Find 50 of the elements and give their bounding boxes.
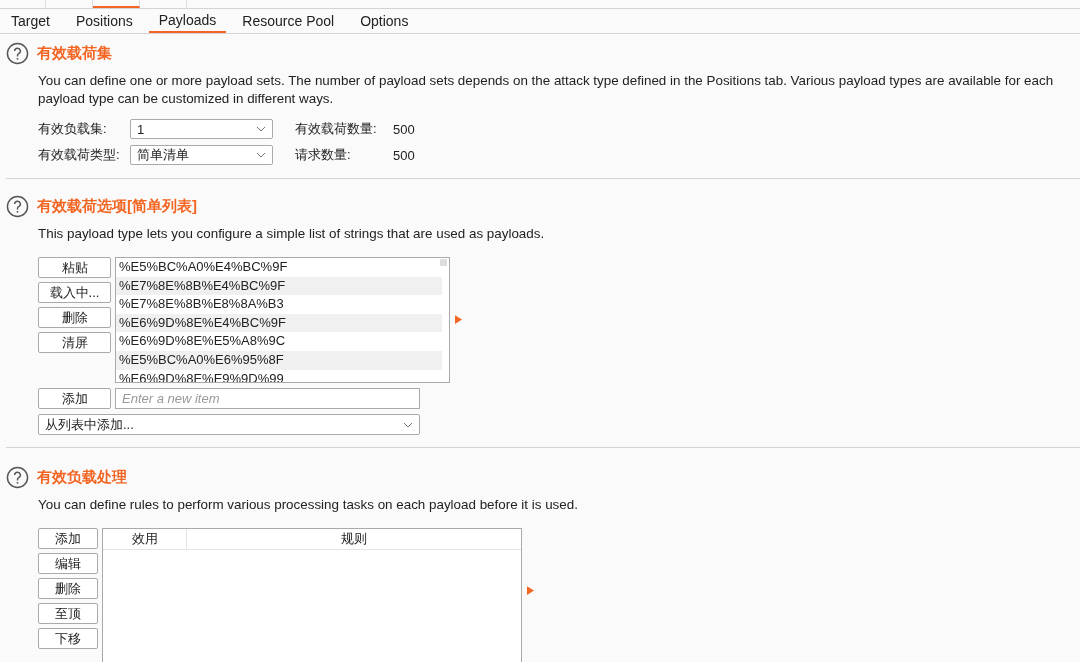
- list-item[interactable]: %E6%9D%8E%E9%9D%99: [116, 369, 442, 382]
- action-button[interactable]: 编辑: [38, 553, 98, 574]
- tab[interactable]: Resource Pool: [232, 9, 345, 33]
- action-button[interactable]: 至顶: [38, 603, 98, 624]
- field-label: 有效载荷类型:: [38, 146, 121, 164]
- stat-value: 500: [393, 121, 415, 137]
- tab[interactable]: Target: [1, 9, 60, 33]
- section-title: 有效负载处理: [37, 467, 127, 487]
- column-header[interactable]: 规则: [187, 529, 521, 549]
- expand-arrow-icon[interactable]: [527, 586, 534, 595]
- dropdown[interactable]: 从列表中添加...: [38, 414, 420, 435]
- action-button[interactable]: 删除: [38, 578, 98, 599]
- action-button[interactable]: 粘贴: [38, 257, 111, 278]
- chevron-down-icon: [256, 152, 266, 158]
- section-title: 有效载荷集: [37, 43, 112, 63]
- section-description: This payload type lets you configure a simple list of strings that are used as payloads.: [38, 225, 546, 243]
- field-label: 有效负载集:: [38, 120, 108, 138]
- dropdown[interactable]: 1: [130, 119, 273, 139]
- list-item[interactable]: %E6%9D%8E%E5%A8%9C: [116, 332, 442, 351]
- action-button[interactable]: 载入中...: [38, 282, 111, 303]
- tab[interactable]: Payloads: [148, 9, 227, 33]
- list-item[interactable]: %E6%9D%8E%E4%BC%9F: [116, 313, 442, 333]
- help-icon[interactable]: [6, 465, 29, 489]
- tab[interactable]: Options: [350, 9, 419, 33]
- list-item[interactable]: %E7%8E%8B%E4%BC%9F: [116, 276, 442, 296]
- expand-arrow-icon[interactable]: [455, 315, 462, 324]
- input-field[interactable]: Enter a new item: [115, 388, 420, 409]
- section-title: 有效载荷选项[简单列表]: [37, 196, 197, 216]
- stat-label: 请求数量:: [295, 146, 352, 164]
- section-description: You can define one or more payload sets. The number of payload sets depends on the attack type defined in the Positions tab. Various payload types are available for each payload type can be customized in different ways.: [38, 72, 1055, 108]
- help-icon[interactable]: [6, 41, 29, 65]
- section-description: You can define rules to perform various processing tasks on each payload before it is used.: [38, 496, 579, 514]
- list-item[interactable]: %E7%8E%8B%E8%8A%B3: [116, 295, 442, 314]
- column-header[interactable]: 效用: [103, 529, 187, 549]
- list-item[interactable]: %E5%BC%A0%E4%BC%9F: [116, 258, 442, 277]
- add-button[interactable]: 添加: [38, 388, 111, 409]
- tab[interactable]: Positions: [65, 9, 143, 33]
- chevron-down-icon: [256, 126, 266, 132]
- action-button[interactable]: 下移: [38, 628, 98, 649]
- chevron-down-icon: [403, 421, 413, 428]
- stat-value: 500: [393, 147, 415, 163]
- scrollbar-thumb[interactable]: [440, 259, 447, 266]
- stat-label: 有效载荷数量:: [295, 120, 378, 138]
- list-item[interactable]: %E5%BC%A0%E6%95%8F: [116, 350, 442, 370]
- action-button[interactable]: 清屏: [38, 332, 111, 353]
- action-button[interactable]: 删除: [38, 307, 111, 328]
- tab[interactable]: [93, 0, 140, 8]
- dropdown[interactable]: 简单清单: [130, 145, 273, 165]
- action-button[interactable]: 添加: [38, 528, 98, 549]
- help-icon[interactable]: [6, 194, 29, 218]
